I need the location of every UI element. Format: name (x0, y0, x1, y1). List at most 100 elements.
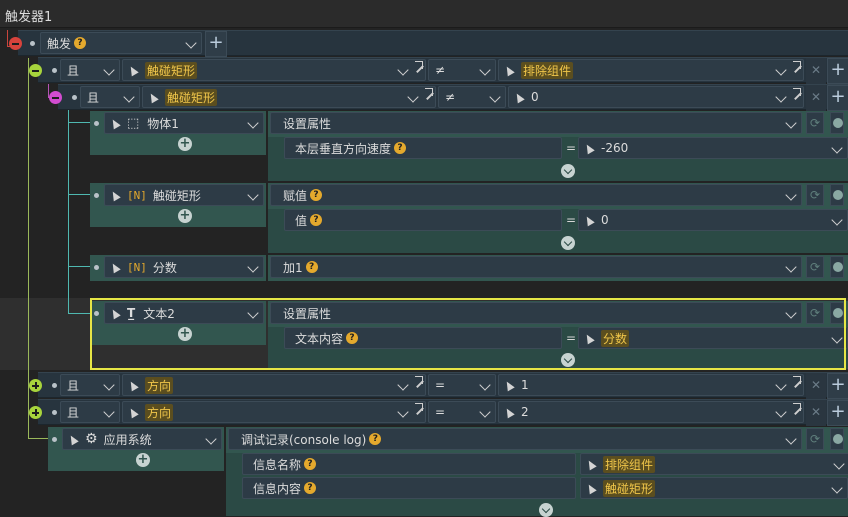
drag-handle-icon[interactable] (72, 95, 77, 100)
logic-select[interactable]: 且 (60, 401, 120, 423)
chevron-down-icon (103, 64, 115, 76)
target-select[interactable]: [N] 分数 (104, 256, 264, 278)
expand-icon[interactable] (793, 403, 801, 411)
expand-down-icon[interactable] (539, 503, 553, 517)
help-icon[interactable]: ? (369, 433, 382, 445)
expand-icon[interactable] (415, 376, 423, 384)
param-value-select[interactable]: 排除组件 (580, 453, 848, 475)
collapse-node-icon[interactable] (29, 64, 42, 77)
target-select[interactable]: [N] 触碰矩形 (104, 184, 264, 206)
add-condition-button[interactable]: + (827, 400, 848, 426)
help-icon[interactable]: ? (304, 482, 317, 494)
expand-down-icon[interactable] (561, 236, 575, 250)
cursor-icon (583, 214, 595, 226)
help-icon[interactable]: ? (305, 261, 318, 273)
add-action-button[interactable]: + (178, 209, 192, 223)
left-operand-select[interactable]: 方向 (122, 374, 426, 396)
logic-select[interactable]: 且 (60, 374, 120, 396)
add-trigger-button[interactable]: + (205, 31, 227, 57)
expand-icon[interactable] (415, 61, 423, 69)
left-operand-select[interactable]: 触碰矩形 (142, 86, 436, 108)
help-icon[interactable]: ? (74, 37, 87, 49)
expand-icon[interactable] (793, 376, 801, 384)
chevron-down-icon (103, 406, 115, 418)
operator-select[interactable]: = (428, 374, 496, 396)
expand-down-icon[interactable] (561, 164, 575, 178)
param-panel: 本层垂直方向速度? = -260 (268, 137, 848, 181)
delete-button[interactable]: ✕ (806, 58, 826, 84)
toggle-icon[interactable] (830, 184, 844, 206)
delete-button[interactable]: ✕ (806, 400, 826, 426)
logic-select[interactable]: 且 (60, 59, 120, 81)
help-icon[interactable]: ? (310, 189, 323, 201)
collapse-node-icon[interactable] (49, 91, 62, 104)
operator-select[interactable]: ≠ (438, 86, 506, 108)
cursor-icon (127, 64, 139, 76)
expand-icon[interactable] (425, 88, 433, 96)
condition-row: 且 方向 = 2 ✕ + (29, 399, 848, 426)
add-condition-button[interactable]: + (827, 373, 848, 399)
right-operand-select[interactable]: 排除组件 (498, 59, 804, 81)
action-target-panel: ⚙ 应用系统 + (48, 427, 224, 471)
target-select[interactable]: ⚙ 应用系统 (62, 428, 222, 450)
logic-select[interactable]: 且 (80, 86, 140, 108)
drag-handle-icon[interactable] (94, 193, 99, 198)
tree-line (68, 122, 90, 123)
right-operand-select[interactable]: 1 (498, 374, 804, 396)
param-value-select[interactable]: -260 (578, 137, 848, 159)
refresh-icon[interactable]: ⟳ (806, 112, 824, 134)
help-icon[interactable]: ? (310, 214, 323, 226)
tree-line (28, 298, 29, 370)
add-action-button[interactable]: + (136, 453, 150, 467)
operator-select[interactable]: ≠ (428, 59, 496, 81)
left-operand-select[interactable]: 触碰矩形 (122, 59, 426, 81)
drag-handle-icon[interactable] (94, 265, 99, 270)
left-operand-select[interactable]: 方向 (122, 401, 426, 423)
action-select[interactable]: 加1? (270, 256, 802, 278)
toggle-icon[interactable] (830, 112, 844, 134)
target-select[interactable]: ⬚ 物体1 (104, 112, 264, 134)
drag-handle-icon[interactable] (52, 383, 57, 388)
help-icon[interactable]: ? (394, 142, 407, 154)
chevron-down-icon (247, 117, 259, 129)
drag-handle-icon[interactable] (52, 437, 57, 442)
action-select[interactable]: 设置属性 (270, 112, 802, 134)
right-operand-select[interactable]: 2 (498, 401, 804, 423)
add-action-button[interactable]: + (178, 137, 192, 151)
refresh-icon[interactable]: ⟳ (806, 428, 824, 450)
delete-button[interactable]: ✕ (806, 85, 826, 111)
param-value-select[interactable]: 触碰矩形 (580, 477, 848, 499)
chevron-down-icon (479, 379, 491, 391)
drag-handle-icon[interactable] (52, 410, 57, 415)
gear-icon: ⚙ (85, 431, 98, 447)
chevron-down-icon (407, 91, 419, 103)
add-condition-button[interactable]: + (827, 85, 848, 111)
drag-handle-icon[interactable] (52, 68, 57, 73)
expand-icon[interactable] (415, 403, 423, 411)
refresh-icon[interactable]: ⟳ (806, 256, 824, 278)
delete-button[interactable]: ✕ (806, 373, 826, 399)
action-select[interactable]: 调试记录(console log)? (228, 428, 802, 450)
cursor-icon (583, 142, 595, 154)
param-value-select[interactable]: 0 (578, 209, 848, 231)
drag-handle-icon[interactable] (30, 41, 35, 46)
chevron-down-icon (785, 261, 797, 273)
toggle-icon[interactable] (830, 428, 844, 450)
right-operand-select[interactable]: 0 (508, 86, 804, 108)
action-target-panel: ⬚ 物体1 + (90, 111, 266, 155)
collapse-node-icon[interactable] (9, 37, 22, 50)
expand-node-icon[interactable] (29, 379, 42, 392)
expand-icon[interactable] (793, 61, 801, 69)
toggle-icon[interactable] (830, 256, 844, 278)
refresh-icon[interactable]: ⟳ (806, 184, 824, 206)
help-icon[interactable]: ? (304, 458, 317, 470)
tree-line (68, 298, 69, 314)
trigger-select[interactable]: 触发? (40, 32, 202, 54)
add-condition-button[interactable]: + (827, 58, 848, 84)
expand-node-icon[interactable] (29, 406, 42, 419)
expand-icon[interactable] (793, 88, 801, 96)
drag-handle-icon[interactable] (94, 121, 99, 126)
operator-select[interactable]: = (428, 401, 496, 423)
chevron-down-icon (775, 91, 787, 103)
action-select[interactable]: 赋值? (270, 184, 802, 206)
